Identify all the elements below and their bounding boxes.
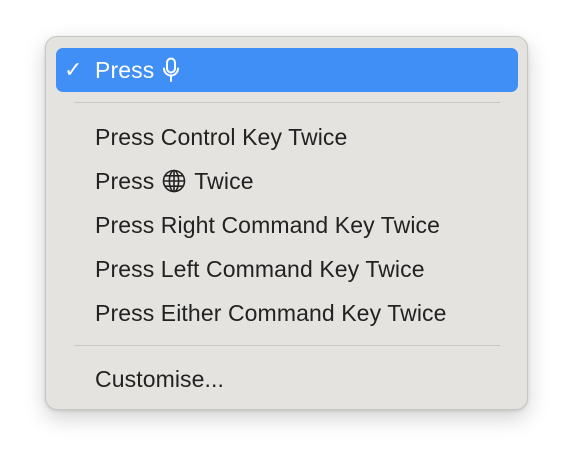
menu-item-press-globe-twice[interactable]: Press Twice xyxy=(56,159,518,203)
menu-item-label-after: Twice xyxy=(194,167,254,194)
menu-item-label-before: Press xyxy=(95,167,155,194)
menu-item-label: Press Left Command Key Twice xyxy=(95,255,425,282)
menu-item-label: Press Right Command Key Twice xyxy=(95,211,441,238)
menu-item-press-microphone[interactable]: ✓ Press xyxy=(56,48,518,92)
menu-separator xyxy=(74,102,500,103)
menu-item-customise[interactable]: Customise... xyxy=(56,357,518,401)
menu-item-press-either-command-key-twice[interactable]: Press Either Command Key Twice xyxy=(56,291,518,335)
globe-icon xyxy=(162,169,186,193)
shortcut-dropdown-menu: ✓ Press Press Control Key Twice Press Tw… xyxy=(45,36,528,410)
microphone-icon xyxy=(162,57,180,83)
menu-item-label: Press Either Command Key Twice xyxy=(95,299,447,326)
menu-item-label: Press xyxy=(95,56,155,83)
menu-item-label: Customise... xyxy=(95,365,225,392)
checkmark-icon: ✓ xyxy=(64,57,83,82)
menu-separator xyxy=(74,345,500,346)
menu-item-press-left-command-key-twice[interactable]: Press Left Command Key Twice xyxy=(56,247,518,291)
menu-item-label: Press Control Key Twice xyxy=(95,123,348,150)
menu-item-press-control-key-twice[interactable]: Press Control Key Twice xyxy=(56,115,518,159)
menu-item-press-right-command-key-twice[interactable]: Press Right Command Key Twice xyxy=(56,203,518,247)
